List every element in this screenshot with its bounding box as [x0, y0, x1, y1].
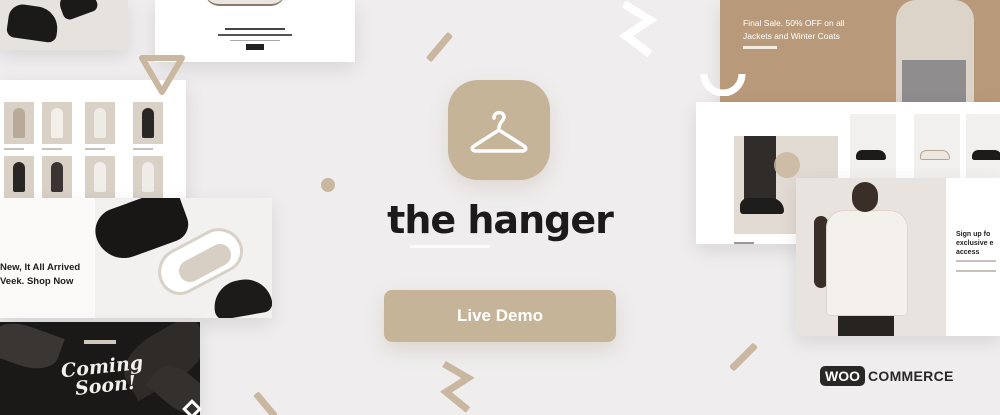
- woo-logo-box: WOO: [820, 366, 865, 386]
- theme-banner: New, It All Arrived Veek. Shop Now Comin…: [0, 0, 1000, 415]
- hanger-icon: [470, 110, 528, 153]
- coming-soon-text: Coming Soon!: [60, 351, 145, 400]
- woocommerce-badge: WOO COMMERCE: [820, 365, 954, 387]
- zigzag-icon-2: [440, 360, 475, 413]
- zigzag-icon: [619, 0, 658, 58]
- decorative-dash: [410, 245, 490, 248]
- brand-logo: [448, 80, 550, 180]
- semicircle-icon: [700, 73, 746, 96]
- shoe-photo-thumbnail: [0, 0, 128, 50]
- decorative-stick-3: [253, 391, 278, 415]
- newsletter-mockup: Sign up fo exclusive e access: [796, 178, 1000, 336]
- commerce-text: COMMERCE: [868, 368, 954, 384]
- brand-name: the hanger: [387, 198, 614, 242]
- decorative-dot-large: [774, 152, 800, 178]
- promo-card-top: [155, 0, 355, 62]
- decorative-stick-2: [729, 342, 758, 372]
- signup-text: Sign up fo exclusive e access: [956, 231, 994, 256]
- live-demo-button[interactable]: Live Demo: [384, 290, 616, 342]
- model-photo: [796, 178, 946, 336]
- triangle-outline-icon: [139, 55, 185, 95]
- sneaker-image: [88, 198, 272, 318]
- decorative-stick: [425, 31, 454, 63]
- sale-banner-mockup: Final Sale. 50% OFF on all Jackets and W…: [720, 0, 1000, 102]
- sneaker-banner-mockup: New, It All Arrived Veek. Shop Now: [0, 198, 272, 318]
- product-grid-mockup: [0, 80, 186, 200]
- coming-soon-mockup: Coming Soon!: [0, 322, 200, 415]
- sneaker-banner-headline: New, It All Arrived Veek. Shop Now: [0, 262, 81, 287]
- decorative-dot: [321, 178, 335, 192]
- sale-banner-text: Final Sale. 50% OFF on all Jackets and W…: [743, 18, 845, 41]
